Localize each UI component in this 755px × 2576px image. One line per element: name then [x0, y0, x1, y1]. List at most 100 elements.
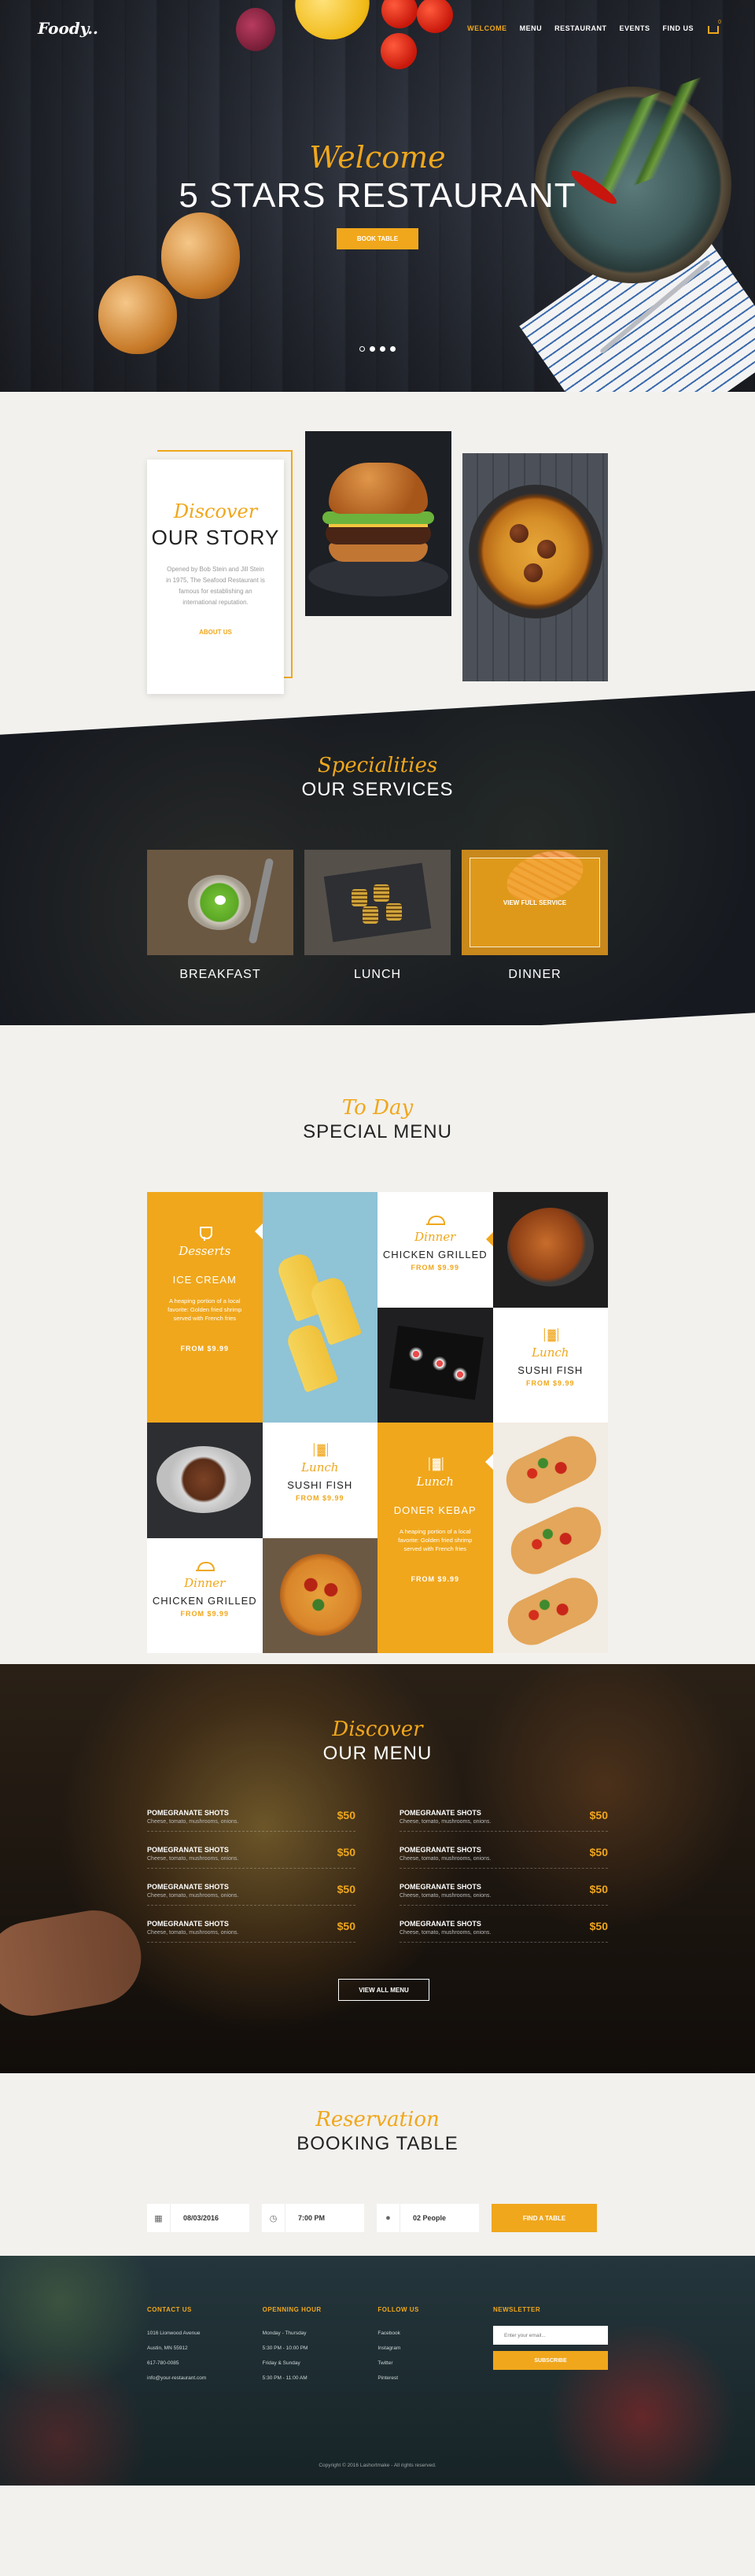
find-table-button[interactable]: FIND A TABLE [492, 2204, 597, 2232]
booking-heading: Reservation BOOKING TABLE [0, 2108, 755, 2155]
menu-list-item[interactable]: POMEGRANATE SHOTS Cheese, tomato, mushroo… [400, 1809, 608, 1832]
footer-link-facebook[interactable]: Facebook [378, 2326, 493, 2341]
logo[interactable]: Foody.. [38, 19, 98, 38]
slider-dot[interactable] [390, 346, 396, 352]
menu-list-item[interactable]: POMEGRANATE SHOTS Cheese, tomato, mushroo… [147, 1809, 355, 1832]
menu-item-name: POMEGRANATE SHOTS [147, 1809, 229, 1817]
footer-link-pinterest[interactable]: Pinterest [378, 2371, 493, 2386]
service-dinner-label: DINNER [508, 968, 562, 981]
slider-dot-active[interactable] [370, 346, 375, 352]
menu-card-price: FROM $9.99 [411, 1264, 460, 1271]
hero-content: Welcome 5 STARS RESTAURANT BOOK TABLE [0, 140, 755, 249]
newsletter-email-input[interactable] [493, 2326, 609, 2345]
about-us-link[interactable]: ABOUT US [147, 629, 284, 636]
menu-item-price: $50 [337, 1883, 355, 1895]
booking-title: BOOKING TABLE [296, 2133, 459, 2154]
subscribe-button[interactable]: SUBSCRIBE [493, 2351, 609, 2370]
story-card: Discover OUR STORY Opened by Bob Stein a… [147, 459, 284, 694]
menu-card-chicken-grilled[interactable]: Dinner CHICKEN GRILLED FROM $9.99 [147, 1537, 263, 1653]
people-field[interactable]: ● 02 People [377, 2204, 479, 2232]
menu-list-item[interactable]: POMEGRANATE SHOTS Cheese, tomato, mushroo… [400, 1883, 608, 1906]
soup-bowl-icon [188, 875, 251, 930]
onion-image [98, 275, 177, 354]
menu-list-item[interactable]: POMEGRANATE SHOTS Cheese, tomato, mushroo… [147, 1920, 355, 1943]
footer-newsletter-title: NEWSLETTER [493, 2306, 541, 2313]
footer-columns: CONTACT US 1016 Lionwood Avenue Austin, … [147, 2306, 609, 2386]
menu-card-price: FROM $9.99 [525, 1378, 575, 1387]
menu-card-name: SUSHI FISH [517, 1364, 584, 1376]
menu-item-desc: Cheese, tomato, mushrooms, onions. [147, 1930, 239, 1936]
top-nav: Foody.. WELCOME MENU RESTAURANT EVENTS F… [0, 0, 755, 57]
menu-card-category: Lunch [301, 1460, 339, 1474]
service-dinner-image[interactable]: VIEW FULL SERVICE [462, 850, 608, 955]
special-heading: To Day SPECIAL MENU [0, 1096, 755, 1143]
menu-item-desc: Cheese, tomato, mushrooms, onions. [400, 1856, 492, 1862]
menu-card-price: FROM $9.99 [180, 1345, 230, 1353]
menu-card-desc: A heaping portion of a local favorite: G… [398, 1528, 473, 1552]
menu-list-item[interactable]: POMEGRANATE SHOTS Cheese, tomato, mushroo… [400, 1920, 608, 1943]
our-menu-script: Discover [332, 1718, 423, 1741]
menu-card-chicken-grilled[interactable]: Dinner CHICKEN GRILLED FROM $9.99 [378, 1192, 493, 1308]
menu-card-category: Desserts [179, 1244, 231, 1258]
menu-item-price: $50 [337, 1846, 355, 1858]
date-field[interactable]: ▦ 08/03/2016 [147, 2204, 249, 2232]
story-title: OUR STORY [151, 526, 280, 549]
hero-section: Foody.. WELCOME MENU RESTAURANT EVENTS F… [0, 0, 755, 392]
slider-dots [0, 346, 755, 352]
footer-hours-line: 5:30 PM - 11:00 AM [262, 2375, 308, 2381]
menu-card-doner-kebap[interactable]: Lunch DONER KEBAP A heaping portion of a… [378, 1423, 493, 1653]
slider-dot[interactable] [359, 346, 365, 352]
menu-card-desc: A heaping portion of a local favorite: G… [168, 1297, 242, 1322]
nav-item-find-us[interactable]: FIND US [663, 24, 694, 32]
footer-hours-line: Friday & Sunday [262, 2360, 300, 2366]
service-lunch-image[interactable] [304, 850, 451, 955]
cutlery-icon [542, 1328, 562, 1342]
view-full-service-link[interactable]: VIEW FULL SERVICE [503, 899, 566, 906]
nav-item-events[interactable]: EVENTS [619, 24, 650, 32]
menu-card-name: DONER KEBAP [393, 1504, 477, 1516]
view-all-menu-button[interactable]: VIEW ALL MENU [338, 1979, 429, 2001]
time-field[interactable]: ◷ 7:00 PM [262, 2204, 364, 2232]
menu-item-desc: Cheese, tomato, mushrooms, onions. [400, 1893, 492, 1899]
menu-list-item[interactable]: POMEGRANATE SHOTS Cheese, tomato, mushroo… [147, 1883, 355, 1906]
footer-phone[interactable]: 617-780-0085 [147, 2356, 263, 2371]
menu-card-ice-cream[interactable]: Desserts ICE CREAM A heaping portion of … [147, 1192, 263, 1423]
nav-item-welcome[interactable]: WELCOME [467, 24, 507, 32]
nav-item-menu[interactable]: MENU [520, 24, 543, 32]
cart-icon[interactable] [706, 20, 721, 34]
story-section: Discover OUR STORY Opened by Bob Stein a… [0, 392, 755, 722]
story-script: Discover [173, 500, 258, 522]
nav-item-restaurant[interactable]: RESTAURANT [554, 24, 606, 32]
menu-card-name: SUSHI FISH [287, 1479, 353, 1491]
footer-link-instagram[interactable]: Instagram [378, 2341, 493, 2356]
burger-image [305, 431, 451, 616]
pizza-image [262, 1537, 378, 1653]
menu-item-name: POMEGRANATE SHOTS [400, 1809, 481, 1817]
menu-list-item[interactable]: POMEGRANATE SHOTS Cheese, tomato, mushroo… [400, 1846, 608, 1869]
footer-email[interactable]: info@your-restaurant.com [147, 2371, 263, 2386]
steak-image [147, 1423, 263, 1538]
special-script: To Day [341, 1096, 414, 1120]
booking-form: ▦ 08/03/2016 ◷ 7:00 PM ● 02 People FIND … [147, 2204, 608, 2232]
service-lunch-label: LUNCH [353, 968, 402, 981]
menu-card-name: ICE CREAM [172, 1274, 237, 1286]
footer-contact: CONTACT US 1016 Lionwood Avenue Austin, … [147, 2306, 263, 2386]
cloche-icon [426, 1212, 446, 1227]
menu-item-desc: Cheese, tomato, mushrooms, onions. [147, 1819, 239, 1825]
service-breakfast-image[interactable] [147, 850, 293, 955]
copyright-text: Copyright © 2016 Lashortmake - All right… [319, 2463, 436, 2468]
menu-item-name: POMEGRANATE SHOTS [400, 1883, 481, 1891]
calendar-icon: ▦ [147, 2204, 171, 2232]
menu-card-sushi-fish[interactable]: Lunch SUSHI FISH FROM $9.99 [492, 1307, 608, 1423]
time-value: 7:00 PM [298, 2214, 326, 2222]
date-value: 08/03/2016 [183, 2214, 219, 2222]
slider-dot[interactable] [380, 346, 385, 352]
book-table-button[interactable]: BOOK TABLE [336, 228, 419, 249]
service-breakfast-label: BREAKFAST [179, 968, 261, 981]
footer-hours-line: Monday - Thursday [262, 2331, 307, 2336]
menu-list-item[interactable]: POMEGRANATE SHOTS Cheese, tomato, mushroo… [147, 1846, 355, 1869]
menu-item-price: $50 [337, 1920, 355, 1932]
menu-card-sushi-fish[interactable]: Lunch SUSHI FISH FROM $9.99 [262, 1423, 378, 1538]
hero-title: 5 STARS RESTAURANT [179, 176, 576, 215]
footer-link-twitter[interactable]: Twitter [378, 2356, 493, 2371]
